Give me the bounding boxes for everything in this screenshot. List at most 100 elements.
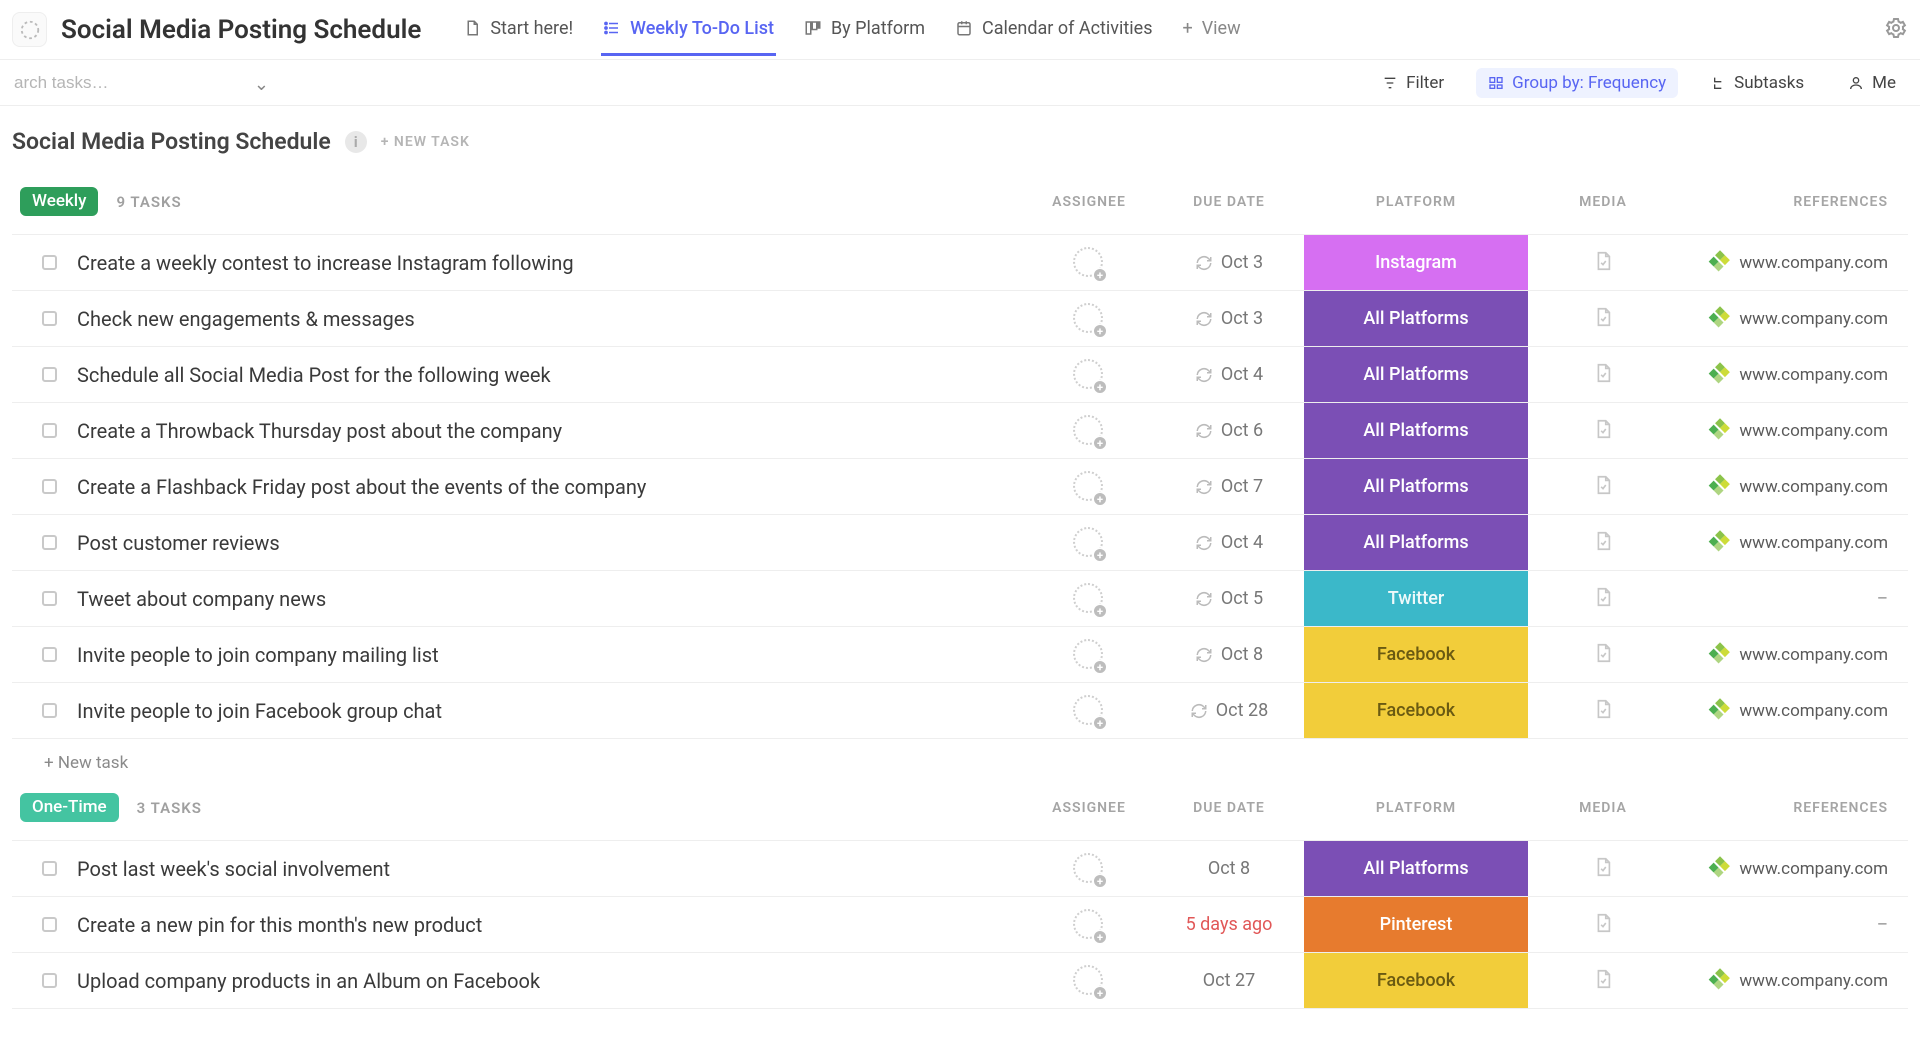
platform-cell[interactable]: All Platforms bbox=[1304, 291, 1528, 346]
tab-weekly-to-do-list[interactable]: Weekly To-Do List bbox=[601, 4, 776, 56]
status-checkbox[interactable] bbox=[42, 973, 57, 988]
references-cell[interactable]: www.company.com bbox=[1678, 253, 1908, 273]
task-row[interactable]: Create a new pin for this month's new pr… bbox=[12, 897, 1908, 953]
status-checkbox[interactable] bbox=[42, 255, 57, 270]
task-row[interactable]: Schedule all Social Media Post for the f… bbox=[12, 347, 1908, 403]
media-cell[interactable] bbox=[1528, 911, 1678, 939]
col-platform[interactable]: PLATFORM bbox=[1304, 800, 1528, 816]
task-name[interactable]: Upload company products in an Album on F… bbox=[77, 969, 540, 993]
task-row[interactable]: Post last week's social involvement+Oct … bbox=[12, 841, 1908, 897]
due-date-cell[interactable]: Oct 3 bbox=[1154, 308, 1304, 329]
status-checkbox[interactable] bbox=[42, 311, 57, 326]
platform-cell[interactable]: All Platforms bbox=[1304, 841, 1528, 896]
task-name[interactable]: Post last week's social involvement bbox=[77, 857, 390, 881]
reference-link[interactable]: www.company.com bbox=[1739, 477, 1888, 497]
platform-cell[interactable]: All Platforms bbox=[1304, 403, 1528, 458]
status-checkbox[interactable] bbox=[42, 703, 57, 718]
references-cell[interactable]: www.company.com bbox=[1678, 365, 1908, 385]
status-checkbox[interactable] bbox=[42, 861, 57, 876]
platform-cell[interactable]: Pinterest bbox=[1304, 897, 1528, 952]
filter-button[interactable]: Filter bbox=[1370, 68, 1456, 98]
col-platform[interactable]: PLATFORM bbox=[1304, 194, 1528, 210]
reference-link[interactable]: www.company.com bbox=[1739, 859, 1888, 879]
task-name[interactable]: Check new engagements & messages bbox=[77, 307, 415, 331]
section-badge[interactable]: Weekly bbox=[20, 187, 98, 216]
media-cell[interactable] bbox=[1528, 305, 1678, 333]
references-cell[interactable]: www.company.com bbox=[1678, 533, 1908, 553]
assignee-cell[interactable]: + bbox=[1024, 909, 1154, 941]
media-cell[interactable] bbox=[1528, 529, 1678, 557]
tab-by-platform[interactable]: By Platform bbox=[802, 4, 927, 56]
task-name[interactable]: Create a Throwback Thursday post about t… bbox=[77, 419, 562, 443]
assignee-cell[interactable]: + bbox=[1024, 695, 1154, 727]
reference-link[interactable]: www.company.com bbox=[1739, 701, 1888, 721]
status-checkbox[interactable] bbox=[42, 591, 57, 606]
col-due-date[interactable]: DUE DATE bbox=[1154, 800, 1304, 816]
assignee-cell[interactable]: + bbox=[1024, 965, 1154, 997]
task-name[interactable]: Invite people to join Facebook group cha… bbox=[77, 699, 442, 723]
task-row[interactable]: Upload company products in an Album on F… bbox=[12, 953, 1908, 1009]
due-date-cell[interactable]: Oct 27 bbox=[1154, 970, 1304, 991]
add-view-button[interactable]: +View bbox=[1181, 4, 1243, 56]
reference-link[interactable]: www.company.com bbox=[1739, 253, 1888, 273]
col-assignee[interactable]: ASSIGNEE bbox=[1024, 800, 1154, 816]
reference-link[interactable]: www.company.com bbox=[1739, 645, 1888, 665]
references-cell[interactable]: www.company.com bbox=[1678, 971, 1908, 991]
media-cell[interactable] bbox=[1528, 967, 1678, 995]
status-checkbox[interactable] bbox=[42, 917, 57, 932]
col-assignee[interactable]: ASSIGNEE bbox=[1024, 194, 1154, 210]
settings-icon[interactable] bbox=[1884, 16, 1908, 44]
references-cell[interactable]: – bbox=[1678, 915, 1908, 935]
task-row[interactable]: Create a Flashback Friday post about the… bbox=[12, 459, 1908, 515]
tab-start-here-[interactable]: Start here! bbox=[461, 4, 575, 56]
col-media[interactable]: MEDIA bbox=[1528, 800, 1678, 816]
platform-cell[interactable]: Facebook bbox=[1304, 627, 1528, 682]
task-row[interactable]: Create a Throwback Thursday post about t… bbox=[12, 403, 1908, 459]
media-cell[interactable] bbox=[1528, 585, 1678, 613]
platform-cell[interactable]: Facebook bbox=[1304, 953, 1528, 1008]
task-row[interactable]: Tweet about company news+Oct 5Twitter– bbox=[12, 571, 1908, 627]
due-date-cell[interactable]: Oct 3 bbox=[1154, 252, 1304, 273]
assignee-cell[interactable]: + bbox=[1024, 247, 1154, 279]
task-name[interactable]: Schedule all Social Media Post for the f… bbox=[77, 363, 551, 387]
task-name[interactable]: Post customer reviews bbox=[77, 531, 280, 555]
media-cell[interactable] bbox=[1528, 855, 1678, 883]
platform-cell[interactable]: Facebook bbox=[1304, 683, 1528, 738]
col-references[interactable]: REFERENCES bbox=[1678, 194, 1908, 210]
subtasks-button[interactable]: Subtasks bbox=[1698, 68, 1816, 98]
references-cell[interactable]: www.company.com bbox=[1678, 645, 1908, 665]
assignee-cell[interactable]: + bbox=[1024, 527, 1154, 559]
assignee-cell[interactable]: + bbox=[1024, 639, 1154, 671]
due-date-cell[interactable]: Oct 8 bbox=[1154, 858, 1304, 879]
assignee-cell[interactable]: + bbox=[1024, 583, 1154, 615]
media-cell[interactable] bbox=[1528, 641, 1678, 669]
reference-link[interactable]: www.company.com bbox=[1739, 533, 1888, 553]
references-cell[interactable]: – bbox=[1678, 589, 1908, 609]
due-date-cell[interactable]: Oct 6 bbox=[1154, 420, 1304, 441]
platform-cell[interactable]: All Platforms bbox=[1304, 515, 1528, 570]
search-input[interactable] bbox=[12, 72, 277, 94]
status-checkbox[interactable] bbox=[42, 423, 57, 438]
task-row[interactable]: Check new engagements & messages +Oct 3Al… bbox=[12, 291, 1908, 347]
assignee-cell[interactable]: + bbox=[1024, 303, 1154, 335]
media-cell[interactable] bbox=[1528, 697, 1678, 725]
references-cell[interactable]: www.company.com bbox=[1678, 309, 1908, 329]
col-due-date[interactable]: DUE DATE bbox=[1154, 194, 1304, 210]
task-name[interactable]: Create a new pin for this month's new pr… bbox=[77, 913, 482, 937]
task-row[interactable]: Invite people to join Facebook group cha… bbox=[12, 683, 1908, 739]
col-references[interactable]: REFERENCES bbox=[1678, 800, 1908, 816]
task-name[interactable]: Create a Flashback Friday post about the… bbox=[77, 475, 646, 499]
task-row[interactable]: Invite people to join company mailing li… bbox=[12, 627, 1908, 683]
workspace-icon[interactable] bbox=[12, 12, 47, 47]
due-date-cell[interactable]: Oct 28 bbox=[1154, 700, 1304, 721]
due-date-cell[interactable]: 5 days ago bbox=[1154, 914, 1304, 935]
task-row[interactable]: Post customer reviews +Oct 4All Platforms… bbox=[12, 515, 1908, 571]
task-row[interactable]: Create a weekly contest to increase Inst… bbox=[12, 235, 1908, 291]
chevron-down-icon[interactable]: ⌄ bbox=[254, 74, 269, 95]
due-date-cell[interactable]: Oct 4 bbox=[1154, 532, 1304, 553]
assignee-cell[interactable]: + bbox=[1024, 359, 1154, 391]
media-cell[interactable] bbox=[1528, 361, 1678, 389]
reference-link[interactable]: www.company.com bbox=[1739, 365, 1888, 385]
reference-link[interactable]: www.company.com bbox=[1739, 421, 1888, 441]
due-date-cell[interactable]: Oct 8 bbox=[1154, 644, 1304, 665]
